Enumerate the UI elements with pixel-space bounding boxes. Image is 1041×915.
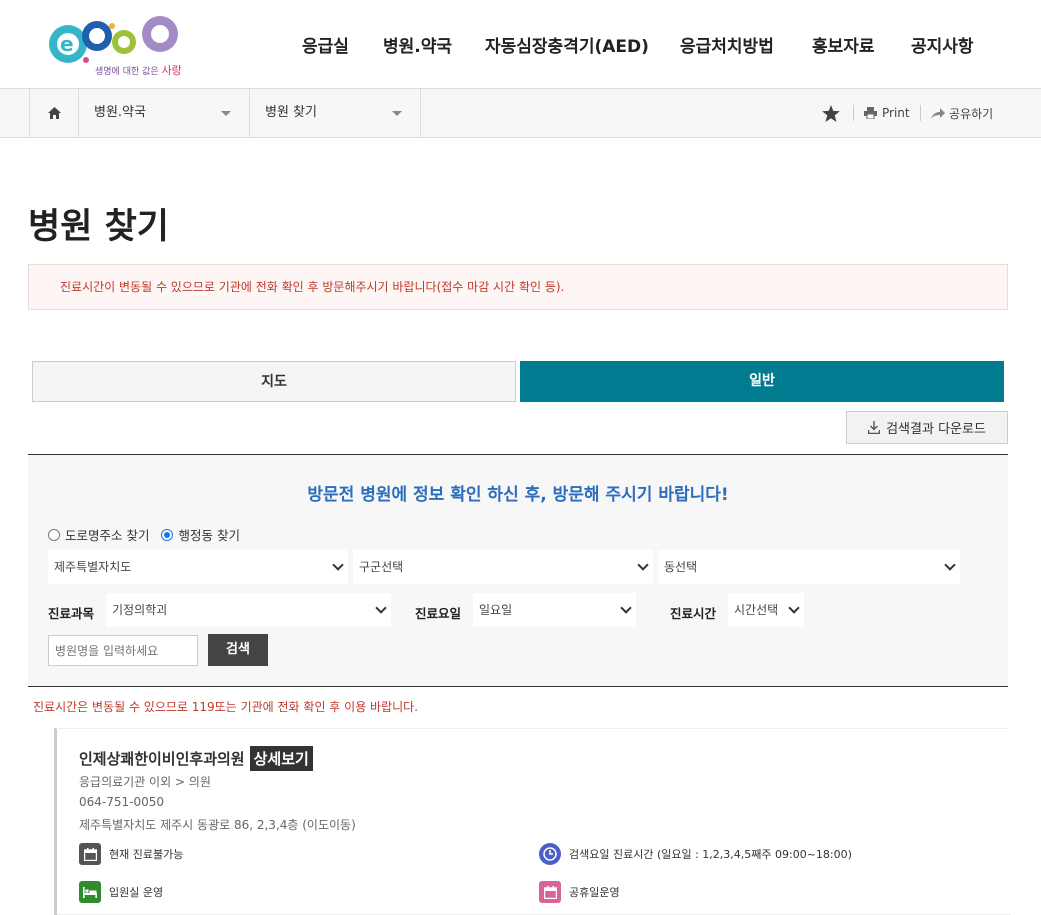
tab-general[interactable]: 일반 bbox=[520, 361, 1004, 402]
gnb-aed[interactable]: 자동심장충격기(AED) bbox=[485, 32, 649, 57]
radio-admin-label[interactable]: 행정동 찾기 bbox=[178, 525, 239, 544]
calendar-holiday-icon bbox=[539, 881, 561, 903]
star-icon bbox=[822, 104, 840, 122]
share-arrow-icon bbox=[931, 107, 945, 119]
site-header: e 생명에 대한 값은 사랑 응급실 병원.약국 자동심장충격기(AED) 응급… bbox=[0, 0, 1041, 88]
status-now: 현재 진료불가능 bbox=[79, 843, 183, 865]
notice-box: 진료시간이 변동될 수 있으므로 기관에 전화 확인 후 방문해주시기 바랍니다… bbox=[28, 264, 1008, 310]
home-button[interactable] bbox=[29, 89, 79, 137]
download-results-label: 검색결과 다운로드 bbox=[886, 422, 986, 437]
bed-icon bbox=[79, 881, 101, 903]
status-hours: 검색요일 진료시간 (일요일 : 1,2,3,4,5째주 09:00~18:00… bbox=[539, 843, 852, 865]
breadcrumb-depth1-label: 병원.약국 bbox=[94, 105, 146, 120]
clock-icon bbox=[539, 843, 561, 865]
chevron-down-icon bbox=[332, 559, 344, 571]
address-type-radio-group: 도로명주소 찾기 행정동 찾기 bbox=[48, 525, 240, 544]
chevron-down-icon bbox=[944, 559, 956, 571]
result-item: 인제상쾌한이비인후과의원 상세보기 응급의료기관 이외 > 의원 064-751… bbox=[54, 728, 1011, 915]
time-select[interactable]: 시간선택 bbox=[728, 593, 804, 627]
hospital-address: 제주특별자치도 제주시 동광로 86, 2,3,4층 (이도이동) bbox=[79, 818, 356, 832]
home-icon bbox=[47, 107, 61, 119]
gnb-hospital-pharmacy[interactable]: 병원.약국 bbox=[383, 32, 452, 57]
day-select[interactable]: 일요일 bbox=[473, 593, 636, 627]
status-now-text: 현재 진료불가능 bbox=[109, 848, 184, 861]
caret-down-icon bbox=[392, 111, 402, 116]
hospital-phone: 064-751-0050 bbox=[79, 795, 165, 809]
dept-select[interactable]: 기정의학괴 bbox=[106, 593, 391, 627]
sido-select[interactable]: 제주특별자치도 bbox=[48, 550, 348, 584]
share-label: 공유하기 bbox=[949, 106, 994, 121]
day-select-value: 일요일 bbox=[479, 603, 513, 617]
download-results-button[interactable]: 검색결과 다운로드 bbox=[846, 411, 1008, 444]
print-button[interactable]: Print bbox=[864, 89, 910, 137]
result-title: 인제상쾌한이비인후과의원 상세보기 bbox=[79, 746, 313, 771]
chevron-down-icon bbox=[788, 602, 800, 614]
search-button[interactable]: 검색 bbox=[208, 634, 268, 666]
chevron-down-icon bbox=[620, 602, 632, 614]
download-icon bbox=[868, 421, 881, 434]
time-select-value: 시간선택 bbox=[734, 603, 779, 617]
radio-admin-dong[interactable] bbox=[161, 528, 174, 541]
location-bar: 병원.약국 병원 찾기 Print 공유하기 bbox=[0, 88, 1041, 138]
gnb-first-aid[interactable]: 응급처치방법 bbox=[680, 32, 774, 57]
dept-label: 진료과목 bbox=[48, 606, 95, 621]
caret-down-icon bbox=[221, 111, 231, 116]
chevron-down-icon bbox=[637, 559, 649, 571]
status-holiday-text: 공휴일운영 bbox=[569, 886, 620, 899]
divider bbox=[920, 105, 921, 121]
breadcrumb-depth2-select[interactable]: 병원 찾기 bbox=[250, 89, 421, 137]
radio-road-label[interactable]: 도로명주소 찾기 bbox=[65, 525, 149, 544]
status-ward-text: 입원실 운영 bbox=[109, 886, 164, 899]
detail-view-button[interactable]: 상세보기 bbox=[249, 746, 313, 771]
search-panel-title: 방문전 병원에 정보 확인 하신 후, 방문해 주시기 바랍니다! bbox=[307, 485, 729, 505]
hours-warning: 진료시간은 변동될 수 있으므로 119또는 기관에 전화 확인 후 이용 바랍… bbox=[33, 700, 419, 714]
calendar-icon bbox=[79, 843, 101, 865]
breadcrumb-depth1-select[interactable]: 병원.약국 bbox=[79, 89, 250, 137]
page-title: 병원 찾기 bbox=[28, 207, 169, 247]
gnb-notice[interactable]: 공지사항 bbox=[911, 32, 974, 57]
hospital-category: 응급의료기관 이외 > 의원 bbox=[79, 775, 211, 789]
gnb-emergency-room[interactable]: 응급실 bbox=[302, 32, 349, 57]
sido-select-value: 제주특별자치도 bbox=[54, 560, 132, 574]
logo-tagline: 생명에 대한 값은 사랑 bbox=[95, 64, 182, 77]
breadcrumb-depth2-label: 병원 찾기 bbox=[265, 105, 317, 120]
status-holiday: 공휴일운영 bbox=[539, 881, 620, 903]
dept-select-value: 기정의학괴 bbox=[112, 603, 168, 617]
gnb-promotion[interactable]: 홍보자료 bbox=[812, 32, 875, 57]
search-panel: 방문전 병원에 정보 확인 하신 후, 방문해 주시기 바랍니다! 도로명주소 … bbox=[28, 454, 1008, 687]
time-label: 진료시간 bbox=[670, 606, 717, 621]
hospital-name[interactable]: 인제상쾌한이비인후과의원 bbox=[79, 748, 245, 769]
status-ward: 입원실 운영 bbox=[79, 881, 163, 903]
chevron-down-icon bbox=[375, 602, 387, 614]
dong-select[interactable]: 동선택 bbox=[658, 550, 960, 584]
tab-map[interactable]: 지도 bbox=[32, 361, 516, 402]
dong-select-value: 동선택 bbox=[664, 560, 698, 574]
print-icon bbox=[864, 107, 877, 119]
status-hours-text: 검색요일 진료시간 (일요일 : 1,2,3,4,5째주 09:00~18:00… bbox=[569, 848, 852, 861]
share-button[interactable]: 공유하기 bbox=[931, 89, 993, 137]
radio-road-address[interactable] bbox=[48, 528, 60, 541]
hospital-name-input[interactable] bbox=[48, 635, 198, 666]
favorite-button[interactable] bbox=[822, 89, 840, 137]
gugun-select-value: 구군선택 bbox=[359, 560, 404, 574]
gugun-select[interactable]: 구군선택 bbox=[353, 550, 653, 584]
svg-text:e: e bbox=[60, 32, 74, 56]
day-label: 진료요일 bbox=[415, 606, 462, 621]
print-label: Print bbox=[882, 106, 910, 120]
divider bbox=[853, 105, 854, 121]
